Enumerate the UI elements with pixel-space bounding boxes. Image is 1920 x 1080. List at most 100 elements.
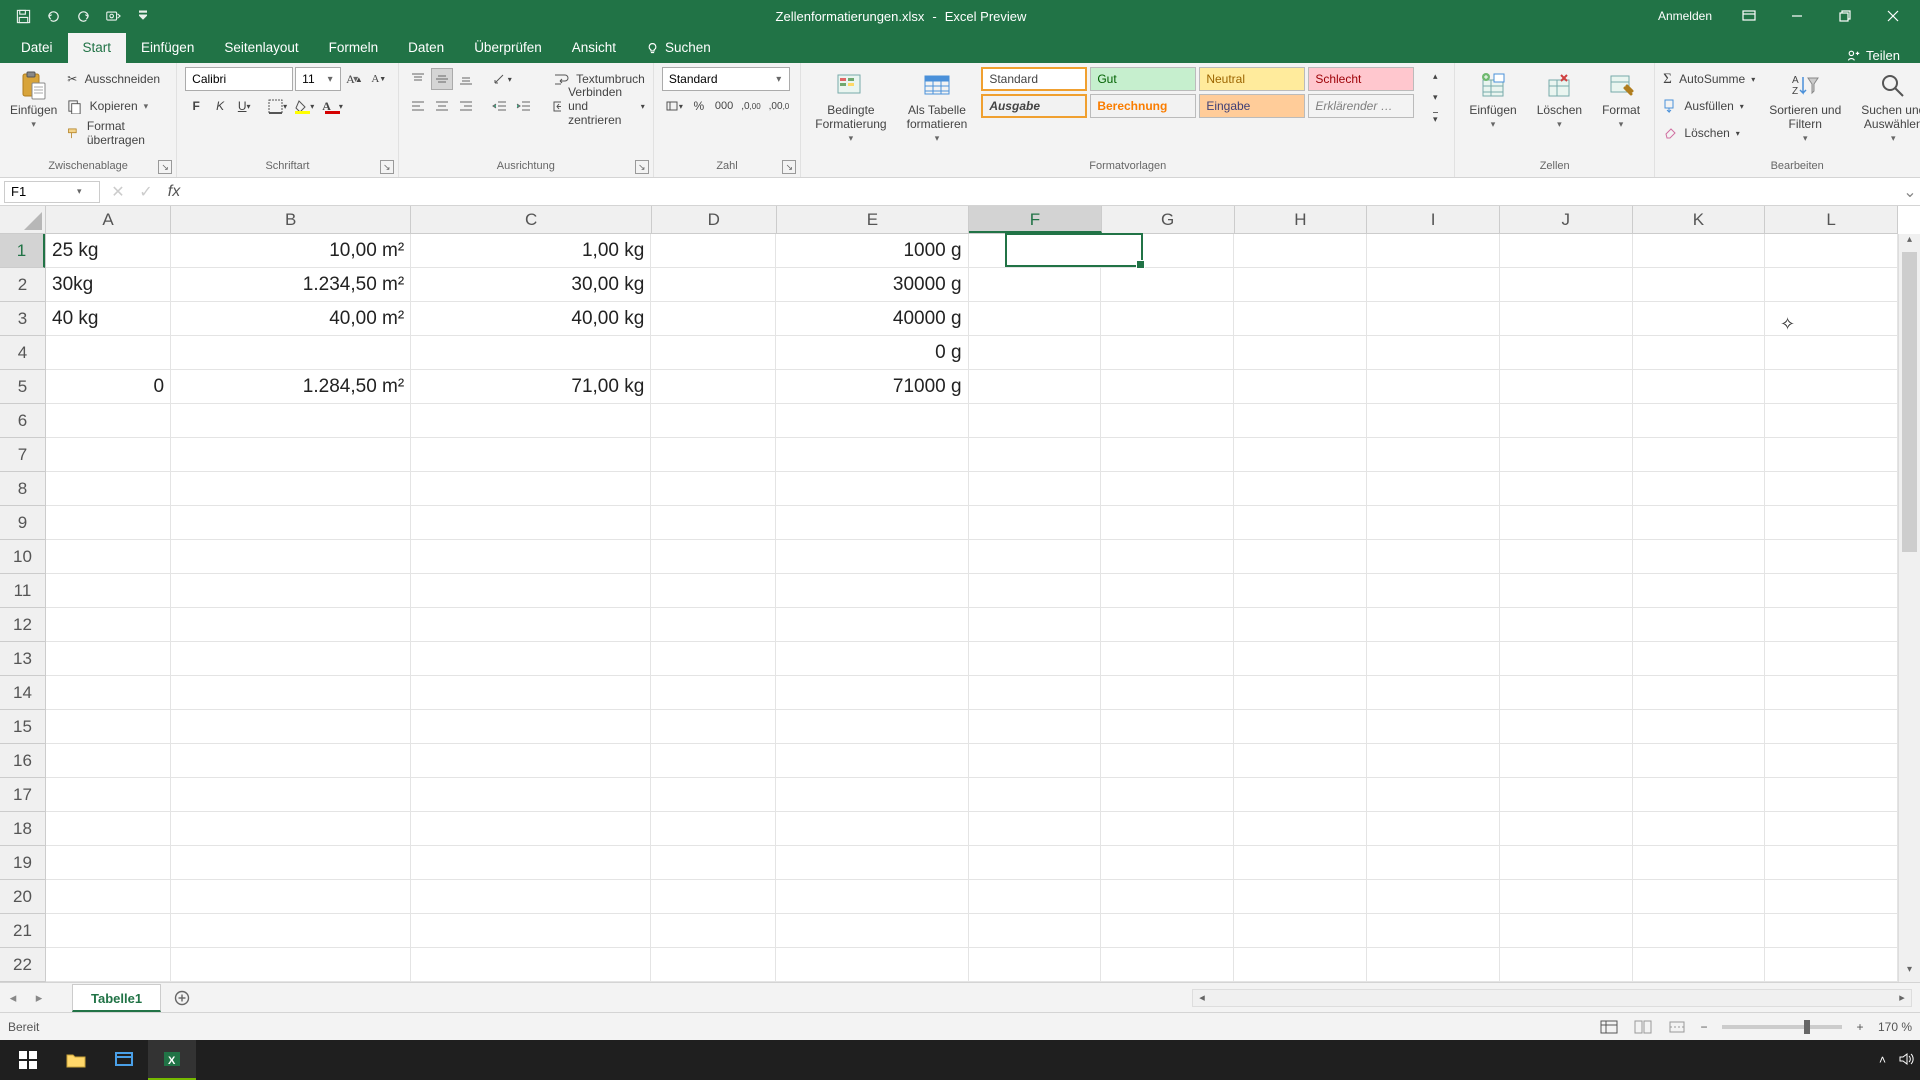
cell[interactable]: [651, 540, 776, 574]
expand-formula-bar-icon[interactable]: ⌄: [1900, 182, 1920, 202]
row-header-1[interactable]: 1: [0, 234, 45, 268]
cell[interactable]: [1765, 268, 1898, 302]
cell[interactable]: [46, 914, 171, 948]
cell[interactable]: [1500, 506, 1633, 540]
cell[interactable]: [1101, 948, 1234, 982]
cell[interactable]: [1633, 608, 1766, 642]
cell[interactable]: [1101, 812, 1234, 846]
tab-layout[interactable]: Seitenlayout: [209, 33, 313, 63]
cell[interactable]: [1367, 472, 1500, 506]
cell[interactable]: [1765, 506, 1898, 540]
tab-view[interactable]: Ansicht: [557, 33, 631, 63]
style-standard[interactable]: Standard: [981, 67, 1087, 91]
cell[interactable]: [1101, 778, 1234, 812]
cell[interactable]: [651, 472, 776, 506]
cell[interactable]: [651, 574, 776, 608]
cell[interactable]: [969, 438, 1102, 472]
cell[interactable]: [1101, 302, 1234, 336]
cell[interactable]: [1765, 948, 1898, 982]
row-header-15[interactable]: 15: [0, 710, 45, 744]
cancel-formula-icon[interactable]: ✕: [104, 181, 132, 203]
column-header-E[interactable]: E: [777, 206, 969, 233]
qa-customize-icon[interactable]: [130, 3, 156, 29]
cell[interactable]: 25 kg: [46, 234, 171, 268]
cell[interactable]: [46, 812, 171, 846]
ribbon-display-icon[interactable]: [1726, 1, 1772, 31]
cell[interactable]: [1500, 778, 1633, 812]
font-name-combo[interactable]: ▾: [185, 67, 293, 91]
cell[interactable]: [651, 846, 776, 880]
cell[interactable]: [1633, 778, 1766, 812]
cell[interactable]: [776, 812, 968, 846]
cell[interactable]: [651, 812, 776, 846]
cell[interactable]: [776, 710, 968, 744]
cell[interactable]: [411, 676, 651, 710]
comma-style-icon[interactable]: 000: [712, 95, 736, 117]
cell[interactable]: [969, 914, 1102, 948]
format-cells-button[interactable]: Format▾: [1596, 67, 1646, 133]
cell[interactable]: [1367, 744, 1500, 778]
cell[interactable]: [969, 608, 1102, 642]
conditional-formatting-button[interactable]: Bedingte Formatierung▾: [809, 67, 892, 147]
cell[interactable]: [1633, 540, 1766, 574]
sheet-nav-prev-icon[interactable]: ◂: [0, 990, 26, 1006]
row-header-19[interactable]: 19: [0, 846, 45, 880]
cell[interactable]: [1765, 676, 1898, 710]
style-input[interactable]: Eingabe: [1199, 94, 1305, 118]
zoom-level[interactable]: 170 %: [1878, 1020, 1912, 1034]
cell[interactable]: [171, 574, 411, 608]
cell[interactable]: [969, 812, 1102, 846]
row-header-14[interactable]: 14: [0, 676, 45, 710]
cell[interactable]: [1234, 302, 1367, 336]
cell[interactable]: [1500, 472, 1633, 506]
cell[interactable]: [171, 744, 411, 778]
cell[interactable]: [171, 642, 411, 676]
cell[interactable]: 1000 g: [776, 234, 968, 268]
style-neutral[interactable]: Neutral: [1199, 67, 1305, 91]
tab-review[interactable]: Überprüfen: [459, 33, 557, 63]
cell[interactable]: [171, 336, 411, 370]
cell[interactable]: [1500, 268, 1633, 302]
cell[interactable]: [1633, 336, 1766, 370]
row-header-2[interactable]: 2: [0, 268, 45, 302]
cell[interactable]: [969, 778, 1102, 812]
add-sheet-button[interactable]: [169, 985, 195, 1011]
horizontal-scrollbar[interactable]: ◂▸: [1192, 989, 1912, 1007]
copy-button[interactable]: Kopieren▾: [67, 94, 168, 118]
cell[interactable]: [1367, 778, 1500, 812]
cell[interactable]: [46, 540, 171, 574]
cell[interactable]: [776, 574, 968, 608]
cell[interactable]: [1367, 574, 1500, 608]
cell[interactable]: [651, 268, 776, 302]
column-header-K[interactable]: K: [1633, 206, 1766, 233]
column-header-G[interactable]: G: [1102, 206, 1235, 233]
zoom-out-button[interactable]: −: [1694, 1020, 1714, 1034]
cell[interactable]: [1765, 234, 1898, 268]
cell[interactable]: [1633, 642, 1766, 676]
cell[interactable]: 30000 g: [776, 268, 968, 302]
cell[interactable]: [1765, 880, 1898, 914]
cell[interactable]: [1765, 812, 1898, 846]
cell[interactable]: [651, 438, 776, 472]
cell[interactable]: [969, 336, 1102, 370]
row-header-5[interactable]: 5: [0, 370, 45, 404]
tab-home[interactable]: Start: [68, 33, 127, 63]
cell[interactable]: [651, 506, 776, 540]
cell[interactable]: [651, 880, 776, 914]
font-color-button[interactable]: A▾: [319, 95, 346, 117]
cell[interactable]: [776, 676, 968, 710]
cell[interactable]: [1633, 914, 1766, 948]
style-gallery[interactable]: Standard Gut Neutral Schlecht Ausgabe Be…: [981, 67, 1414, 118]
cell[interactable]: [1765, 710, 1898, 744]
cell[interactable]: [1633, 268, 1766, 302]
cell[interactable]: [1765, 404, 1898, 438]
cell[interactable]: [776, 506, 968, 540]
cell[interactable]: [1633, 710, 1766, 744]
cell[interactable]: [776, 914, 968, 948]
cell[interactable]: [411, 744, 651, 778]
cell[interactable]: [969, 574, 1102, 608]
cell[interactable]: [411, 778, 651, 812]
cell[interactable]: [171, 914, 411, 948]
cell[interactable]: [1234, 676, 1367, 710]
cell[interactable]: [411, 336, 651, 370]
